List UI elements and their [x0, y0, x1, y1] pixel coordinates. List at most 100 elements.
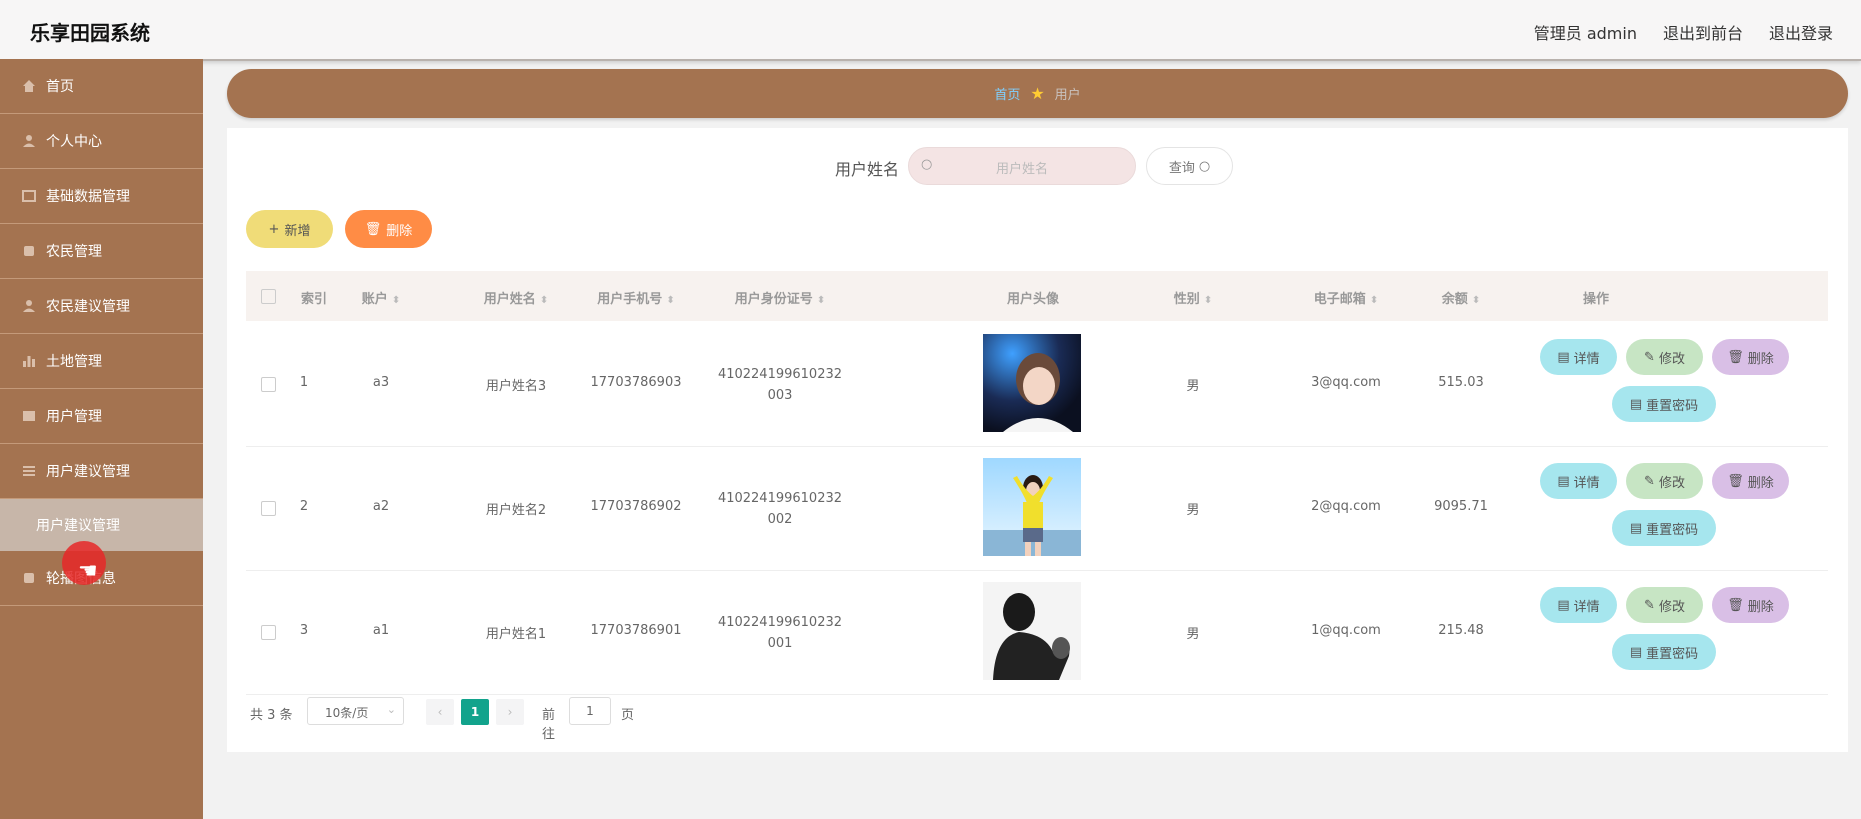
pencil-icon: ✎ — [1644, 349, 1655, 365]
main-panel: 用户姓名 ○ 用户姓名 查询 ○ + 新增 🗑 删除 索引 账户 ⬍ 用户姓名 ⬍ … — [227, 128, 1848, 752]
column-header-gender[interactable]: 性别 ⬍ — [1163, 288, 1223, 307]
page-size-select[interactable]: 10条/页 ⌄ — [307, 697, 404, 725]
sidebar-item-label: 农民建议管理 — [46, 299, 130, 315]
trash-icon: 🗑 — [364, 221, 382, 237]
chevron-down-icon: ⌄ — [386, 703, 396, 716]
reset-password-button[interactable]: ▤ 重置密码 — [1612, 634, 1716, 670]
next-page-button[interactable]: › — [496, 699, 524, 725]
row-checkbox[interactable] — [261, 625, 276, 640]
sidebar: 首页 个人中心 基础数据管理 农民管理 农民建议管理 土地管理 用户管理 用户建… — [0, 59, 203, 819]
delete-button-label: 删除 — [386, 223, 413, 239]
column-header-avatar: 用户头像 — [1006, 292, 1059, 307]
top-bar: 乐享田园系统 管理员 admin 退出到前台 退出登录 — [0, 0, 1861, 61]
home-icon — [23, 80, 35, 92]
cell-email: 2@qq.com — [1311, 499, 1381, 514]
document-icon: ▤ — [1629, 644, 1643, 660]
avatar — [983, 582, 1081, 680]
row-checkbox[interactable] — [261, 377, 276, 392]
sidebar-item-label: 个人中心 — [46, 134, 102, 150]
query-button-label: 查询 — [1168, 160, 1195, 176]
edit-button[interactable]: ✎ 修改 — [1626, 587, 1703, 623]
sidebar-subitem-user-suggestions[interactable]: 用户建议管理 — [0, 499, 203, 551]
cell-id-number: 410224199610232 001 — [710, 612, 850, 654]
sidebar-item-label: 用户建议管理 — [46, 464, 130, 480]
document-icon: ▤ — [1629, 396, 1643, 412]
edit-button[interactable]: ✎ 修改 — [1626, 463, 1703, 499]
delete-button[interactable]: 🗑 删除 — [1712, 339, 1789, 375]
column-header-account[interactable]: 账户 ⬍ — [346, 288, 416, 307]
detail-button[interactable]: ▤ 详情 — [1540, 463, 1617, 499]
sort-icon: ⬍ — [816, 295, 826, 306]
cell-name: 用户姓名1 — [485, 627, 547, 642]
user-icon — [23, 135, 35, 147]
search-input[interactable]: ○ 用户姓名 — [908, 147, 1136, 185]
cell-balance: 215.48 — [1438, 623, 1484, 638]
delete-button[interactable]: 🗑 删除 — [1712, 463, 1789, 499]
reset-password-button[interactable]: ▤ 重置密码 — [1612, 510, 1716, 546]
document-icon: ▤ — [1557, 597, 1570, 613]
trash-icon: 🗑 — [1727, 349, 1744, 365]
sidebar-item-basic-data[interactable]: 基础数据管理 — [0, 169, 203, 224]
cell-gender: 男 — [1186, 503, 1200, 518]
select-all-checkbox[interactable] — [261, 289, 276, 304]
delete-button[interactable]: 🗑 删除 — [1712, 587, 1789, 623]
sidebar-item-users[interactable]: 用户管理 — [0, 389, 203, 444]
reset-password-button[interactable]: ▤ 重置密码 — [1612, 386, 1716, 422]
document-icon: ▤ — [1557, 349, 1570, 365]
app-title: 乐享田园系统 — [30, 21, 150, 45]
cell-id-number: 410224199610232 003 — [710, 364, 850, 406]
breadcrumb: 首页 ★ 用户 — [227, 69, 1848, 118]
sidebar-item-label: 首页 — [46, 79, 74, 95]
cell-index: 3 — [299, 623, 309, 638]
column-header-email[interactable]: 电子邮箱 ⬍ — [1296, 288, 1396, 307]
sidebar-item-personal-center[interactable]: 个人中心 — [0, 114, 203, 169]
sidebar-item-land[interactable]: 土地管理 — [0, 334, 203, 389]
column-header-phone[interactable]: 用户手机号 ⬍ — [581, 288, 691, 307]
id-number-line: 410224199610232 — [717, 615, 843, 630]
search-label: 用户姓名 — [835, 160, 900, 179]
detail-button[interactable]: ▤ 详情 — [1540, 339, 1617, 375]
breadcrumb-current: 用户 — [1054, 88, 1081, 103]
cell-phone: 17703786903 — [590, 375, 682, 390]
cell-name: 用户姓名3 — [485, 379, 547, 394]
sidebar-item-home[interactable]: 首页 — [0, 59, 203, 114]
table-row: 3 a1 用户姓名1 17703786901 410224199610232 0… — [246, 570, 1828, 695]
sort-icon: ⬍ — [391, 295, 401, 306]
exit-to-front-link[interactable]: 退出到前台 — [1663, 20, 1743, 44]
add-button-label: 新增 — [284, 223, 311, 239]
cell-account: a3 — [372, 375, 390, 390]
table-row: 1 a3 用户姓名3 17703786903 410224199610232 0… — [246, 322, 1828, 447]
avatar — [983, 458, 1081, 556]
sort-icon: ⬍ — [666, 295, 675, 306]
detail-button[interactable]: ▤ 详情 — [1540, 587, 1617, 623]
id-number-line: 410224199610232 — [717, 367, 843, 382]
goto-page-input[interactable]: 1 — [569, 697, 611, 725]
batch-delete-button[interactable]: 🗑 删除 — [345, 210, 432, 248]
document-icon: ▤ — [1629, 520, 1643, 536]
sidebar-item-label: 用户管理 — [46, 409, 102, 425]
sidebar-item-user-suggestions[interactable]: 用户建议管理 — [0, 444, 203, 499]
logout-link[interactable]: 退出登录 — [1769, 20, 1833, 44]
plus-icon: + — [268, 221, 280, 237]
add-button[interactable]: + 新增 — [246, 210, 333, 248]
breadcrumb-home[interactable]: 首页 — [994, 84, 1020, 103]
grid-icon — [24, 246, 34, 256]
id-number-line: 002 — [767, 512, 793, 527]
column-header-name[interactable]: 用户姓名 ⬍ — [466, 288, 566, 307]
page-number-button[interactable]: 1 — [461, 699, 489, 725]
edit-button[interactable]: ✎ 修改 — [1626, 339, 1703, 375]
cell-balance: 515.03 — [1438, 375, 1484, 390]
sidebar-item-farmer-suggestions[interactable]: 农民建议管理 — [0, 279, 203, 334]
prev-page-button[interactable]: ‹ — [426, 699, 454, 725]
sort-icon: ⬍ — [539, 295, 549, 306]
goto-label: 前往 — [542, 708, 556, 742]
cell-phone: 17703786901 — [590, 623, 682, 638]
avatar — [983, 334, 1081, 432]
query-button[interactable]: 查询 ○ — [1146, 147, 1233, 185]
row-checkbox[interactable] — [261, 501, 276, 516]
trash-icon: 🗑 — [1727, 597, 1744, 613]
cell-email: 1@qq.com — [1311, 623, 1381, 638]
cell-id-number: 410224199610232 002 — [710, 488, 850, 530]
column-header-id-number[interactable]: 用户身份证号 ⬍ — [710, 288, 850, 307]
sidebar-item-farmers[interactable]: 农民管理 — [0, 224, 203, 279]
